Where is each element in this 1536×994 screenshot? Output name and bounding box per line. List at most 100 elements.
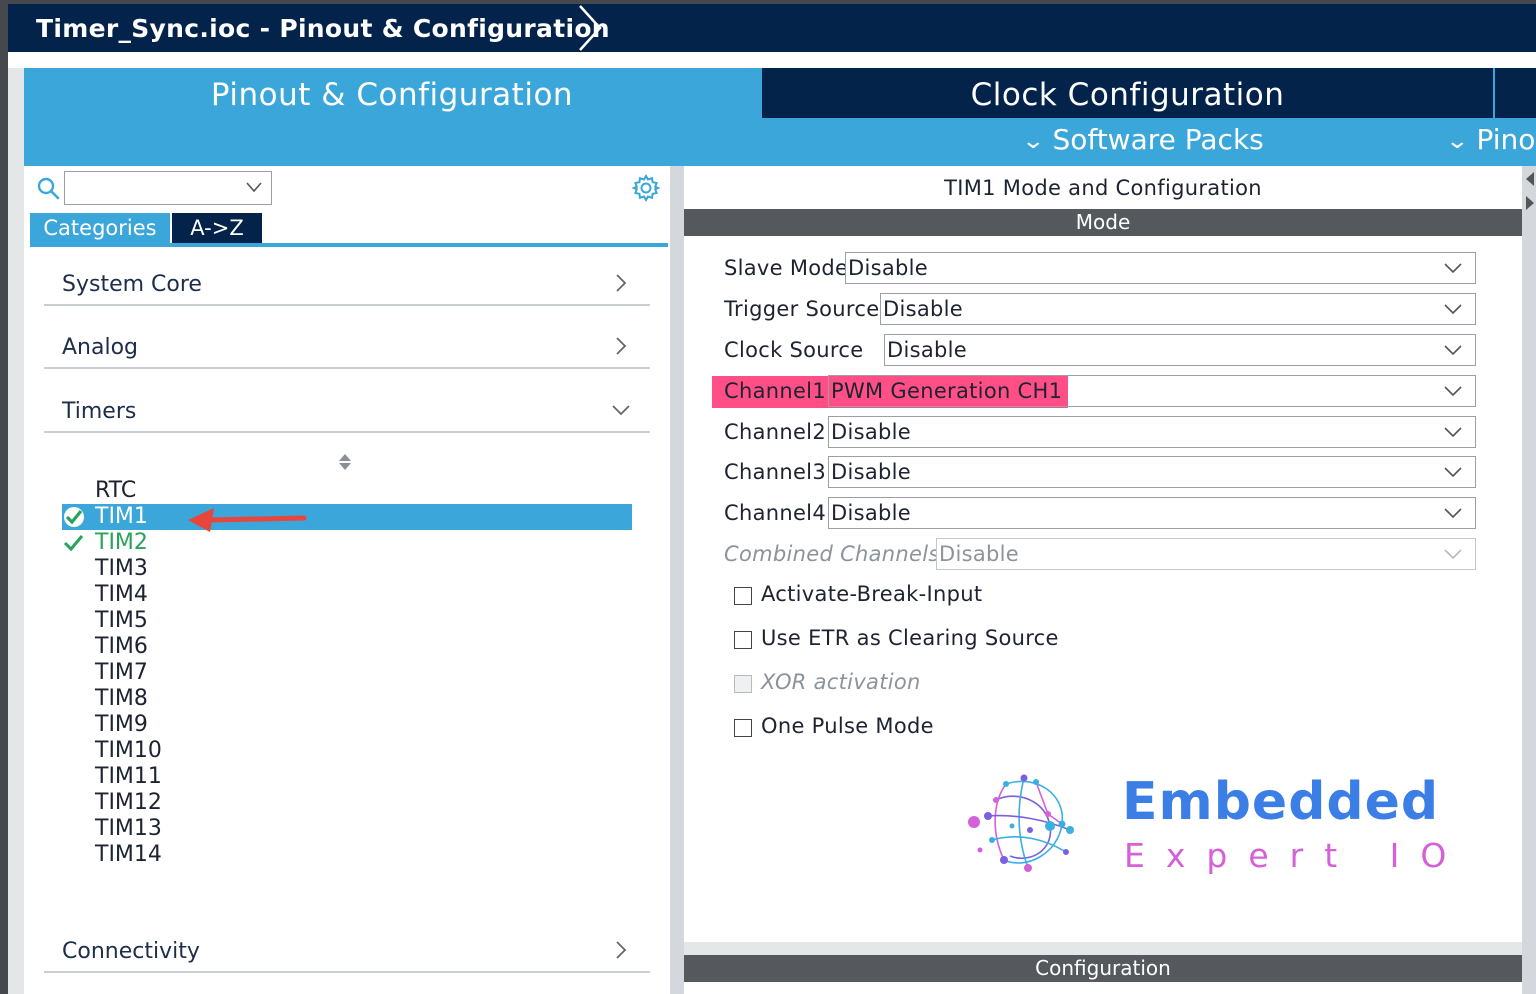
field-trigger-source: Trigger Source Disable	[724, 293, 1476, 327]
chevron-down-icon	[1444, 427, 1462, 438]
category-connectivity[interactable]: Connectivity	[44, 933, 650, 973]
field-label: Clock Source	[724, 338, 864, 362]
select-value: Disable	[883, 297, 963, 321]
tab-clock-configuration[interactable]: Clock Configuration	[762, 68, 1493, 118]
checkbox-box[interactable]	[734, 587, 752, 605]
collapse-left-icon[interactable]	[1526, 172, 1534, 186]
field-channel4: Channel4 Disable	[724, 497, 1476, 531]
watermark-subtitle: Expert IO	[1124, 836, 1468, 875]
chevron-down-icon	[1444, 508, 1462, 519]
field-channel2: Channel2 Disable	[724, 416, 1476, 450]
timer-item-tim12[interactable]: TIM12	[62, 790, 632, 816]
timer-item-tim11[interactable]: TIM11	[62, 764, 632, 790]
section-gap	[684, 942, 1522, 955]
tab-a-to-z[interactable]: A->Z	[172, 213, 262, 243]
select-value: Disable	[939, 542, 1019, 566]
breadcrumb-bar: Timer_Sync.ioc - Pinout & Configuration	[8, 4, 1536, 52]
select-value: Disable	[848, 256, 928, 280]
category-label: Timers	[62, 399, 137, 424]
timer-item-tim9[interactable]: TIM9	[62, 712, 632, 738]
chevron-down-icon	[1444, 467, 1462, 478]
timer-item-tim8[interactable]: TIM8	[62, 686, 632, 712]
timer-item-tim5[interactable]: TIM5	[62, 608, 632, 634]
timer-list: RTC TIM1 TIM2 TIM3 TIM4 TIM5 TIM6 TIM7 T…	[62, 478, 632, 868]
checkbox-label: Use ETR as Clearing Source	[761, 626, 1059, 650]
software-packs-label: Software Packs	[1052, 123, 1264, 156]
watermark-title: Embedded	[1122, 772, 1440, 832]
search-icon[interactable]	[36, 176, 60, 200]
software-packs-menu[interactable]: ⌄ Software Packs	[1021, 123, 1264, 156]
timer-item-tim1[interactable]: TIM1	[62, 504, 632, 530]
channel1-select[interactable]: PWM Generation CH1	[828, 375, 1476, 407]
categories-panel: Categories A->Z System Core Analog Timer…	[24, 166, 670, 994]
tab-categories[interactable]: Categories	[30, 213, 170, 243]
watermark-logo-icon	[968, 774, 1074, 872]
field-slave-mode: Slave Mode Disable	[724, 252, 1476, 286]
field-channel1: Channel1 PWM Generation CH1	[724, 375, 1476, 409]
field-label: Channel3	[724, 460, 826, 484]
channel2-select[interactable]: Disable	[828, 416, 1476, 448]
timer-item-tim10[interactable]: TIM10	[62, 738, 632, 764]
field-label: Channel1	[724, 379, 826, 403]
timer-item-tim14[interactable]: TIM14	[62, 842, 632, 868]
chevron-down-icon	[1444, 386, 1462, 397]
annotation-arrow	[188, 508, 307, 532]
category-analog[interactable]: Analog	[44, 329, 650, 369]
category-system-core[interactable]: System Core	[44, 266, 650, 306]
field-label: Trigger Source	[724, 297, 880, 321]
pinout-menu-label: Pinout	[1476, 123, 1536, 156]
panel-splitter[interactable]	[670, 166, 684, 994]
checkbox-box[interactable]	[734, 719, 752, 737]
category-label: System Core	[62, 272, 202, 297]
field-label: Slave Mode	[724, 256, 849, 280]
timer-label: TIM2	[95, 530, 148, 555]
timer-item-tim7[interactable]: TIM7	[62, 660, 632, 686]
panel-title: TIM1 Mode and Configuration	[944, 176, 1262, 200]
checkbox-label: XOR activation	[761, 670, 921, 694]
clock-source-select[interactable]: Disable	[884, 334, 1476, 366]
timer-item-tim4[interactable]: TIM4	[62, 582, 632, 608]
timer-item-tim2[interactable]: TIM2	[62, 530, 632, 556]
select-value: Disable	[831, 420, 911, 444]
category-label: Analog	[62, 335, 139, 360]
checkbox-box	[734, 675, 752, 693]
chevron-down-icon	[246, 182, 262, 193]
chevron-down-icon: ⌄	[1448, 129, 1469, 154]
select-value: Disable	[831, 460, 911, 484]
channel4-select[interactable]: Disable	[828, 497, 1476, 529]
chevron-down-icon	[1444, 304, 1462, 315]
breadcrumb-chevron-icon	[579, 5, 602, 51]
field-clock-source: Clock Source Disable	[724, 334, 1476, 368]
chevron-right-icon	[616, 274, 627, 292]
breadcrumb[interactable]: Timer_Sync.ioc - Pinout & Configuration	[36, 14, 610, 43]
window-frame-left	[0, 0, 8, 994]
channel3-select[interactable]: Disable	[828, 456, 1476, 488]
slave-mode-select[interactable]: Disable	[845, 252, 1476, 284]
tab-overflow[interactable]	[1495, 68, 1536, 118]
search-combobox[interactable]	[64, 171, 272, 205]
checkbox-box[interactable]	[734, 631, 752, 649]
chevron-right-icon	[616, 941, 627, 959]
chevron-right-icon	[616, 337, 627, 355]
timer-label: TIM1	[95, 504, 148, 529]
timer-item-tim6[interactable]: TIM6	[62, 634, 632, 660]
timer-item-tim13[interactable]: TIM13	[62, 816, 632, 842]
right-scrollbar[interactable]	[1522, 166, 1536, 994]
configuration-header: Configuration	[684, 955, 1522, 982]
tab-pinout-configuration[interactable]: Pinout & Configuration	[24, 68, 760, 118]
category-timers[interactable]: Timers	[44, 393, 650, 433]
chevron-down-icon	[1444, 263, 1462, 274]
spacer	[8, 52, 1536, 68]
expand-right-icon[interactable]	[1526, 196, 1534, 210]
field-combined-channels: Combined Channels Disable	[724, 538, 1476, 572]
timer-item-rtc[interactable]: RTC	[62, 478, 632, 504]
trigger-source-select[interactable]: Disable	[880, 293, 1476, 325]
timer-item-tim3[interactable]: TIM3	[62, 556, 632, 582]
sort-icon[interactable]	[338, 453, 352, 471]
gear-icon[interactable]	[632, 174, 660, 202]
mode-configuration-panel: TIM1 Mode and Configuration Mode Slave M…	[684, 166, 1522, 942]
field-label: Channel2	[724, 420, 826, 444]
field-label: Combined Channels	[724, 542, 940, 566]
category-label: Connectivity	[62, 939, 200, 964]
pinout-menu[interactable]: ⌄ Pinout	[1448, 123, 1536, 156]
